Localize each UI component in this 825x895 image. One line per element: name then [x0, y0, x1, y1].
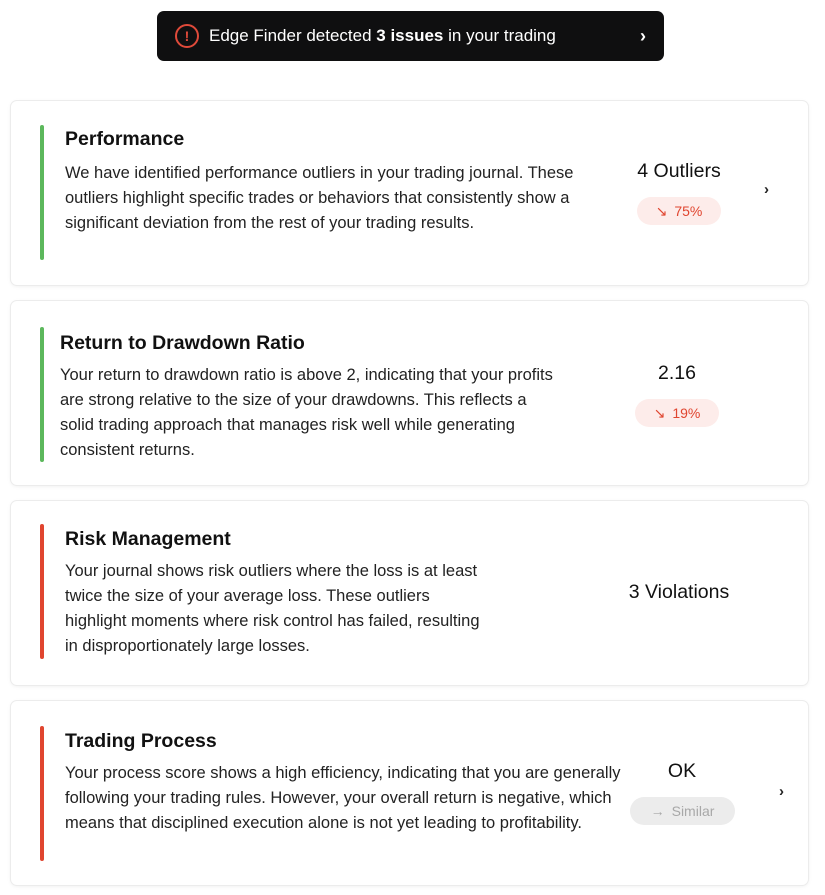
card-performance[interactable]: Performance We have identified performan…: [11, 101, 808, 285]
card-risk-management[interactable]: Risk Management Your journal shows risk …: [11, 501, 808, 685]
card-trading-process[interactable]: Trading Process Your process score shows…: [11, 701, 808, 885]
status-indicator-bar: [40, 125, 44, 260]
banner-text-suffix: in your trading: [443, 26, 556, 45]
change-badge-value: 19%: [672, 405, 701, 421]
metric-value: OK: [667, 760, 697, 782]
change-badge-value: 75%: [674, 203, 703, 219]
banner-text-prefix: Edge Finder detected: [209, 26, 377, 45]
card-title: Risk Management: [65, 528, 231, 550]
change-badge: ↘ 75%: [637, 197, 721, 225]
edge-finder-banner[interactable]: ! Edge Finder detected 3 issues in your …: [157, 11, 664, 61]
card-return-drawdown[interactable]: Return to Drawdown Ratio Your return to …: [11, 301, 808, 485]
card-description: Your process score shows a high efficien…: [65, 764, 621, 832]
chevron-right-icon[interactable]: ›: [764, 181, 769, 198]
card-title: Trading Process: [65, 730, 217, 752]
card-title: Performance: [65, 128, 185, 150]
trend-down-icon: ↘: [655, 202, 668, 219]
metric-value: 2.16: [658, 362, 696, 384]
status-indicator-bar: [40, 524, 44, 659]
alert-circle-icon: !: [175, 24, 199, 48]
card-description: Your return to drawdown ratio is above 2…: [60, 366, 553, 459]
trend-down-icon: ↘: [653, 404, 666, 421]
status-indicator-bar: [40, 726, 44, 861]
banner-message: Edge Finder detected 3 issues in your tr…: [209, 26, 640, 46]
card-title: Return to Drawdown Ratio: [60, 332, 305, 354]
status-indicator-bar: [40, 327, 44, 462]
metric-value: 3 Violations: [628, 581, 730, 603]
card-description: Your journal shows risk outliers where t…: [65, 562, 480, 655]
issues-count: 3 issues: [376, 26, 444, 45]
metric-value: 4 Outliers: [637, 160, 721, 182]
chevron-right-icon: ›: [640, 25, 646, 46]
card-description: We have identified performance outliers …: [65, 164, 574, 232]
change-badge-value: Similar: [671, 803, 715, 819]
chevron-right-icon[interactable]: ›: [779, 783, 784, 800]
arrow-right-icon: →: [650, 803, 665, 819]
change-badge: → Similar: [630, 797, 735, 825]
change-badge: ↘ 19%: [635, 399, 719, 427]
